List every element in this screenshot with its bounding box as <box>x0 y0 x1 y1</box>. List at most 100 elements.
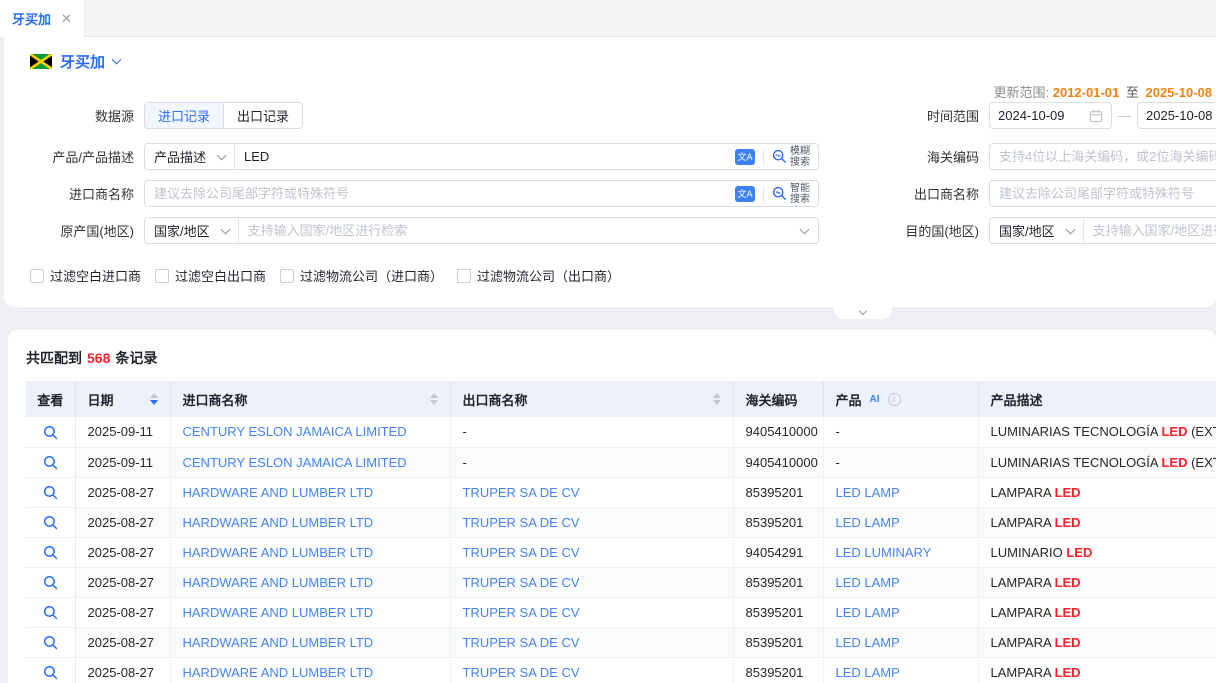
col-header-importer[interactable]: 进口商名称 <box>170 381 450 417</box>
chevron-down-icon[interactable] <box>800 224 810 234</box>
desc-suffix: (EXT... <box>1187 424 1216 439</box>
col-label: 产品 <box>836 390 862 409</box>
row-description: LUMINARIAS TECNOLOGÍA LED (EXT... <box>978 447 1216 477</box>
col-header-view: 查看 <box>26 381 75 417</box>
table-row: 2025-09-11 CENTURY ESLON JAMAICA LIMITED… <box>26 417 1216 447</box>
tab-jamaica[interactable]: 牙买加 ✕ <box>0 0 85 37</box>
tab-import-records[interactable]: 进口记录 <box>145 103 223 128</box>
checkbox-icon[interactable] <box>280 269 294 283</box>
sort-control-date[interactable] <box>150 393 158 405</box>
row-product[interactable]: LED LAMP <box>836 605 900 620</box>
view-record-button[interactable] <box>26 567 75 597</box>
origin-country-input[interactable] <box>239 218 801 243</box>
row-importer-link[interactable]: HARDWARE AND LUMBER LTD <box>183 605 374 620</box>
start-date-input[interactable] <box>998 108 1085 123</box>
view-record-button[interactable] <box>26 447 75 477</box>
row-importer-link[interactable]: HARDWARE AND LUMBER LTD <box>183 515 374 530</box>
collapse-form-handle[interactable] <box>834 307 892 319</box>
translate-icon[interactable]: 文A <box>735 149 755 165</box>
col-header-exporter[interactable]: 出口商名称 <box>450 381 733 417</box>
filter-label: 过滤空白出口商 <box>175 266 266 285</box>
row-product[interactable]: - <box>836 424 840 439</box>
row-importer-link[interactable]: HARDWARE AND LUMBER LTD <box>183 545 374 560</box>
row-product[interactable]: LED LAMP <box>836 575 900 590</box>
view-record-button[interactable] <box>26 627 75 657</box>
dest-country-input[interactable] <box>1084 218 1216 243</box>
start-date-field[interactable] <box>989 102 1112 129</box>
tab-close-icon[interactable]: ✕ <box>61 11 72 27</box>
origin-country-select[interactable]: 国家/地区 <box>145 218 239 243</box>
tab-export-records[interactable]: 出口记录 <box>223 103 302 128</box>
col-header-date[interactable]: 日期 <box>75 381 170 417</box>
view-search-icon <box>43 635 58 650</box>
importer-input[interactable] <box>145 181 735 206</box>
end-date-input[interactable] <box>1146 108 1216 123</box>
update-range-to: 2025-10-08 <box>1146 85 1213 100</box>
row-hs-code: 94054291 <box>733 537 823 567</box>
table-row: 2025-09-11 CENTURY ESLON JAMAICA LIMITED… <box>26 447 1216 477</box>
row-importer-link[interactable]: HARDWARE AND LUMBER LTD <box>183 635 374 650</box>
product-search-input[interactable] <box>235 144 735 169</box>
view-search-icon <box>43 545 58 560</box>
smart-search-button[interactable]: 智能 搜索 <box>772 183 810 205</box>
checkbox-icon[interactable] <box>30 269 44 283</box>
filter-logistics-exporter[interactable]: 过滤物流公司（出口商） <box>457 266 620 285</box>
end-date-field[interactable] <box>1137 102 1216 129</box>
divider <box>763 149 764 165</box>
date-range-separator: — <box>1118 108 1131 123</box>
row-exporter[interactable]: TRUPER SA DE CV <box>463 575 580 590</box>
row-importer-link[interactable]: CENTURY ESLON JAMAICA LIMITED <box>183 424 407 439</box>
filter-blank-exporter[interactable]: 过滤空白出口商 <box>155 266 266 285</box>
hs-code-input[interactable] <box>989 143 1216 170</box>
filter-logistics-importer[interactable]: 过滤物流公司（进口商） <box>280 266 443 285</box>
view-record-button[interactable] <box>26 477 75 507</box>
row-importer-link[interactable]: CENTURY ESLON JAMAICA LIMITED <box>183 455 407 470</box>
fuzzy-search-button[interactable]: 模糊 搜索 <box>772 146 810 168</box>
exporter-input[interactable] <box>989 180 1216 207</box>
row-product[interactable]: LED LAMP <box>836 635 900 650</box>
row-product[interactable]: - <box>836 455 840 470</box>
country-selector[interactable]: 牙买加 <box>4 50 1216 72</box>
row-exporter[interactable]: TRUPER SA DE CV <box>463 485 580 500</box>
exporter-label: 出口商名称 <box>819 184 979 203</box>
desc-prefix: LUMINARIAS TECNOLOGÍA <box>991 424 1162 439</box>
filter-blank-importer[interactable]: 过滤空白进口商 <box>30 266 141 285</box>
product-label: 产品/产品描述 <box>4 147 134 166</box>
row-importer-link[interactable]: HARDWARE AND LUMBER LTD <box>183 485 374 500</box>
product-type-select[interactable]: 产品描述 <box>145 144 235 169</box>
row-importer-link[interactable]: HARDWARE AND LUMBER LTD <box>183 575 374 590</box>
view-record-button[interactable] <box>26 537 75 567</box>
row-exporter[interactable]: TRUPER SA DE CV <box>463 515 580 530</box>
sort-control-importer[interactable] <box>430 393 438 405</box>
row-exporter[interactable]: TRUPER SA DE CV <box>463 545 580 560</box>
translate-icon[interactable]: 文A <box>735 186 755 202</box>
row-exporter[interactable]: TRUPER SA DE CV <box>463 605 580 620</box>
row-product[interactable]: LED LUMINARY <box>836 545 932 560</box>
sort-control-exporter[interactable] <box>713 393 721 405</box>
info-icon[interactable]: i <box>888 393 901 406</box>
fuzzy-search-label-1: 模糊 <box>790 146 810 157</box>
checkbox-icon[interactable] <box>155 269 169 283</box>
data-source-segmented: 进口记录 出口记录 <box>144 102 303 129</box>
view-record-button[interactable] <box>26 417 75 447</box>
row-importer-link[interactable]: HARDWARE AND LUMBER LTD <box>183 665 374 680</box>
row-exporter[interactable]: TRUPER SA DE CV <box>463 665 580 680</box>
row-product[interactable]: LED LAMP <box>836 515 900 530</box>
row-exporter[interactable]: TRUPER SA DE CV <box>463 635 580 650</box>
view-search-icon <box>43 665 58 680</box>
view-record-button[interactable] <box>26 507 75 537</box>
row-product[interactable]: LED LAMP <box>836 665 900 680</box>
view-search-icon <box>43 425 58 440</box>
row-hs-code: 85395201 <box>733 627 823 657</box>
origin-country-label: 原产国(地区) <box>4 221 134 240</box>
row-exporter[interactable]: - <box>463 424 467 439</box>
row-product[interactable]: LED LAMP <box>836 485 900 500</box>
view-record-button[interactable] <box>26 657 75 683</box>
view-record-button[interactable] <box>26 597 75 627</box>
row-hs-code: 85395201 <box>733 657 823 683</box>
checkbox-icon[interactable] <box>457 269 471 283</box>
chevron-down-icon[interactable] <box>112 55 122 65</box>
dest-country-select[interactable]: 国家/地区 <box>990 218 1084 243</box>
row-description: LAMPARA LED <box>978 477 1216 507</box>
row-exporter[interactable]: - <box>463 455 467 470</box>
